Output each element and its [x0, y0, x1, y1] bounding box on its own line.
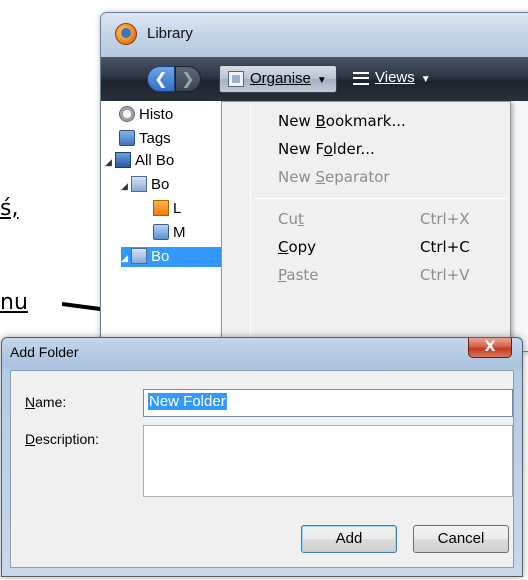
dialog-body: Name: New Folder Description: Add Cancel	[10, 370, 514, 568]
menu-accel: S	[315, 168, 326, 186]
close-button[interactable]: X	[468, 338, 512, 358]
tree-item-all-bookmarks[interactable]: ◢ All Bo	[105, 151, 174, 171]
forward-button[interactable]: ❯	[175, 66, 201, 92]
history-clock-icon	[119, 106, 135, 122]
menu-accel: B	[315, 112, 326, 130]
menu-label: ookmark...	[325, 112, 406, 130]
name-label-accel: N	[25, 394, 36, 410]
doc-text-fragment: ś,	[0, 196, 19, 221]
add-button[interactable]: Add	[301, 525, 397, 553]
menu-label: aste	[286, 266, 319, 284]
menu-label: Cu	[278, 210, 298, 228]
tree-item-label: Tags	[139, 130, 171, 147]
forward-arrow-icon: ❯	[181, 69, 195, 88]
menu-label: New F	[278, 140, 324, 158]
menu-item-paste[interactable]: Paste Ctrl+V	[222, 262, 510, 288]
menu-accel: C	[278, 238, 289, 256]
tree-item-label: Bo	[151, 248, 170, 265]
tree-item-bookmarks-toolbar[interactable]: ◢ Bo	[121, 175, 169, 195]
tree-item-label: M	[173, 224, 186, 241]
menu-item-new-bookmark[interactable]: New Bookmark...	[222, 108, 510, 134]
menu-accel: t	[297, 210, 304, 228]
back-arrow-icon: ❮	[154, 69, 168, 88]
menu-item-new-folder[interactable]: New Folder...	[222, 136, 510, 162]
chevron-down-icon: ▼	[316, 75, 327, 86]
expand-triangle-icon[interactable]: ◢	[105, 152, 115, 172]
menu-shortcut: Ctrl+V	[420, 266, 470, 284]
menu-shortcut: Ctrl+X	[420, 210, 470, 228]
tree-item-smart-folder[interactable]: M	[153, 223, 186, 243]
firefox-logo-icon	[115, 23, 137, 45]
tree-item-label: Bo	[151, 176, 170, 193]
dialog-title: Add Folder	[10, 344, 79, 360]
expand-triangle-icon[interactable]: ◢	[121, 176, 131, 196]
close-icon: X	[484, 339, 496, 355]
library-title: Library	[147, 25, 193, 42]
name-input[interactable]: New Folder	[143, 389, 513, 417]
menu-shortcut: Ctrl+C	[420, 238, 470, 256]
library-sidebar-tree: Histo Tags ◢ All Bo ◢ Bo L M ◢ Bo	[101, 101, 221, 351]
menu-accel: o	[323, 140, 333, 158]
smart-folder-icon	[153, 224, 169, 240]
menu-separator	[254, 198, 508, 199]
views-button[interactable]: Views ▼	[345, 65, 455, 93]
menu-item-copy[interactable]: Copy Ctrl+C	[222, 234, 510, 260]
library-window: Library ❮ ❯ Organise ▼ Views ▼ Histo Tags …	[100, 12, 528, 352]
tags-icon	[119, 130, 135, 146]
views-label: Views	[375, 69, 415, 86]
organise-menu: New Bookmark... New Folder... New Separa…	[221, 101, 511, 341]
tree-item-label: Histo	[139, 106, 174, 123]
doc-text-fragment-menu: nu	[0, 290, 28, 315]
bookmarks-menu-icon	[131, 248, 147, 264]
tree-item-tags[interactable]: Tags	[119, 129, 171, 149]
description-label: Description:	[25, 431, 99, 447]
rss-feed-icon	[153, 200, 169, 216]
menu-label: opy	[288, 238, 317, 256]
bookmarks-folder-icon	[131, 176, 147, 192]
menu-item-cut[interactable]: Cut Ctrl+X	[222, 206, 510, 232]
back-button[interactable]: ❮	[147, 66, 175, 92]
organise-icon	[228, 71, 244, 87]
menu-label: New	[278, 168, 316, 186]
description-label-text: escription:	[35, 431, 99, 447]
tree-item-live-feed[interactable]: L	[153, 199, 181, 219]
library-toolbar: ❮ ❯ Organise ▼ Views ▼	[101, 57, 528, 101]
organise-button[interactable]: Organise ▼	[219, 65, 337, 93]
organise-label: Organise	[250, 70, 311, 87]
tree-item-label: All Bo	[135, 152, 175, 169]
menu-label: eparator	[325, 168, 390, 186]
tree-item-label: L	[173, 200, 182, 217]
menu-item-new-separator[interactable]: New Separator	[222, 164, 510, 190]
chevron-down-icon: ▼	[420, 74, 431, 85]
views-list-icon	[353, 72, 369, 85]
menu-label: New	[278, 112, 316, 130]
menu-label: lder...	[332, 140, 375, 158]
all-bookmarks-icon	[115, 152, 131, 168]
add-folder-dialog: Add Folder X Name: New Folder Descriptio…	[1, 337, 523, 577]
name-input-value: New Folder	[148, 393, 227, 410]
tree-item-history[interactable]: Histo	[119, 105, 173, 125]
library-titlebar[interactable]: Library	[101, 13, 528, 57]
description-input[interactable]	[143, 425, 513, 497]
tree-item-bookmarks-menu[interactable]: ◢ Bo	[121, 247, 221, 267]
name-label-text: ame:	[35, 394, 67, 410]
expand-triangle-icon[interactable]: ◢	[121, 248, 131, 268]
name-label: Name:	[25, 394, 66, 410]
description-label-accel: D	[25, 431, 36, 447]
cancel-button[interactable]: Cancel	[413, 525, 509, 553]
